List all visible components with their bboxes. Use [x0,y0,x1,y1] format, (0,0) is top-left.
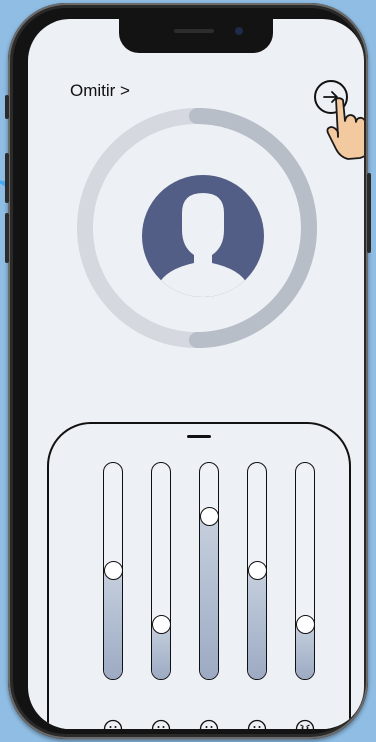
notch [119,19,273,53]
mute-switch [5,95,9,119]
volume-up-button [5,153,9,203]
slider-knob-neutral[interactable] [200,507,219,526]
phone-frame: Omitir > [5,3,371,739]
slider-knob-angry[interactable] [296,615,315,634]
power-button [367,173,371,253]
sheet-drag-handle[interactable] [187,435,211,438]
skip-link[interactable]: Omitir > [70,81,130,101]
slider-fill-neutral [200,517,218,679]
neutral-face-icon[interactable] [199,719,219,729]
speaker-grille [174,29,214,33]
user-avatar-icon [142,175,264,297]
slider-track-angry[interactable] [295,462,315,680]
slider-track-neutral[interactable] [199,462,219,680]
slider-fill-confused [248,571,266,679]
mood-sliders-sheet [47,422,351,729]
slider-fill-happy [104,571,122,679]
volume-down-button [5,213,9,263]
front-camera [235,27,243,35]
slider-knob-anxious[interactable] [152,615,171,634]
slider-knob-happy[interactable] [104,561,123,580]
slider-track-anxious[interactable] [151,462,171,680]
smile-face-icon[interactable] [103,719,123,729]
angry-face-icon[interactable] [295,719,315,729]
tap-hand-icon [326,97,364,160]
slider-knob-confused[interactable] [248,561,267,580]
wavy-mouth-face-icon[interactable] [151,719,171,729]
screen: Omitir > [28,19,364,729]
confused-face-icon[interactable] [247,719,267,729]
